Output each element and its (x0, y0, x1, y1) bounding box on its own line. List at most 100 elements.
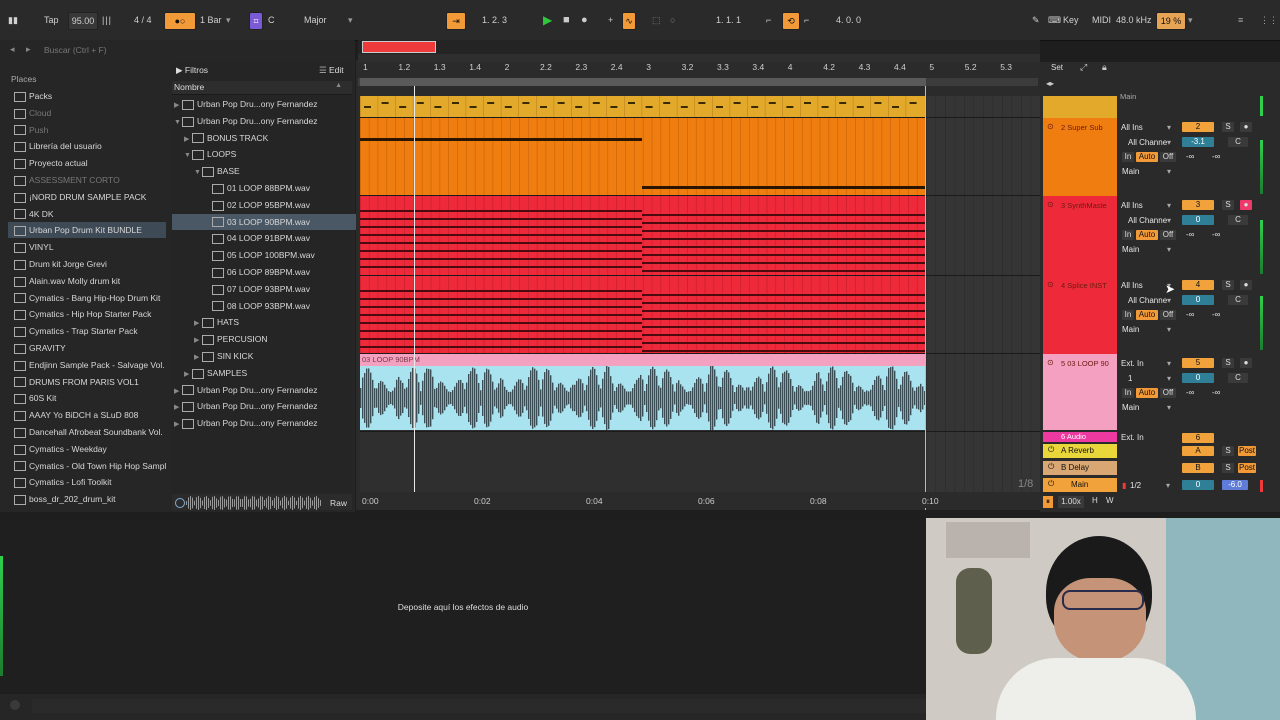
folder-item[interactable]: ▼ LOOPS (184, 146, 236, 162)
scale-mode-icon[interactable]: ⌗ (249, 12, 263, 30)
time-ruler[interactable]: 0:00 0:02 0:04 0:06 0:08 0:10 (358, 492, 1040, 508)
input-type-select[interactable]: Ext. In (1121, 359, 1144, 368)
solo-button[interactable]: S (1222, 280, 1234, 290)
folder-item[interactable]: ▶ BONUS TRACK (184, 130, 268, 146)
place-item[interactable]: Cymatics - Lofi Toolkit (14, 474, 112, 490)
clip-splice-inst[interactable] (360, 276, 926, 356)
send-a-field[interactable]: -∞ (1186, 310, 1194, 319)
nav-left-icon[interactable]: ◂▸ (1046, 79, 1054, 88)
sort-icon[interactable]: ▲ (335, 82, 342, 89)
pan-field[interactable]: C (1228, 137, 1248, 147)
file-item[interactable]: 05 LOOP 100BPM.wav (204, 247, 315, 263)
return-activator-button[interactable]: B (1182, 463, 1214, 473)
output-select[interactable]: Main (1122, 245, 1139, 254)
monitor-in-button[interactable]: In (1122, 310, 1134, 320)
arm-record-icon[interactable]: ● (1240, 122, 1252, 132)
clip-synth-master[interactable] (360, 196, 926, 276)
place-item[interactable]: Alain.wav Molly drum kit (14, 273, 120, 289)
zoom-value[interactable]: 1.00x (1058, 496, 1084, 508)
volume-field[interactable]: 0 (1182, 295, 1214, 305)
input-channel-select[interactable]: 1 (1128, 374, 1132, 383)
place-item[interactable]: AAAY Yo BiDCH a SLuD 808 (14, 407, 138, 423)
preview-waveform[interactable] (186, 496, 322, 510)
file-item[interactable]: 07 LOOP 93BPM.wav (204, 281, 310, 297)
monitor-auto-button[interactable]: Auto (1136, 152, 1158, 162)
triangle-down-icon[interactable]: ▼ (194, 165, 202, 181)
triangle-right-icon[interactable]: ▶ (194, 333, 202, 349)
output-select[interactable]: Main (1122, 325, 1139, 334)
expand-icon[interactable]: ⤢ (1080, 62, 1087, 73)
pan-field[interactable]: C (1228, 215, 1248, 225)
info-icon[interactable] (10, 700, 20, 710)
metronome-button[interactable]: ●○ (164, 12, 196, 30)
return-track-header[interactable]: ⏻ B Delay (1043, 461, 1117, 475)
track-header-6[interactable]: 6 Audio (1043, 432, 1117, 442)
send-b-field[interactable]: -∞ (1212, 230, 1220, 239)
return-track-header[interactable]: ⏻ A Reverb (1043, 444, 1117, 458)
triangle-down-icon[interactable]: ▼ (184, 148, 192, 164)
audio-clip-header[interactable]: 03 LOOP 90BPM (360, 354, 926, 366)
session-record-icon[interactable]: ⬚ (652, 12, 661, 28)
place-item[interactable]: Drum kit Jorge Grevi (14, 256, 107, 272)
record-icon[interactable]: ● (581, 12, 588, 28)
forward-icon[interactable]: ▸ (26, 44, 31, 55)
triangle-right-icon[interactable]: ▶ (184, 132, 192, 148)
monitor-off-button[interactable]: Off (1160, 310, 1176, 320)
monitor-in-button[interactable]: In (1122, 388, 1134, 398)
track-fold-icon[interactable]: ⊙ (1047, 358, 1054, 367)
quantization-select[interactable]: 1 Bar (200, 12, 222, 28)
pre-post-toggle[interactable]: Post (1238, 446, 1256, 456)
place-item[interactable]: 60S Kit (14, 390, 56, 406)
empty-arrangement-area[interactable] (926, 96, 1041, 492)
midi-map-button[interactable]: MIDI (1092, 12, 1111, 28)
place-item[interactable]: GRAVITY (14, 340, 66, 356)
triangle-right-icon[interactable]: ▶ (184, 367, 192, 383)
place-item[interactable]: Cymatics - Weekday (14, 441, 107, 457)
session-view-icon[interactable]: ⋮⋮ (1260, 12, 1278, 28)
triangle-right-icon[interactable]: ▶ (194, 350, 202, 366)
punch-in-icon[interactable]: ⌐ (766, 12, 771, 28)
loop-end-marker[interactable] (925, 86, 926, 510)
pan-field[interactable]: C (1228, 373, 1248, 383)
playhead[interactable] (414, 86, 415, 492)
place-item[interactable]: Proyecto actual (14, 155, 88, 171)
track-header-3[interactable]: ⊙ 3 SynthMaste (1043, 196, 1117, 276)
track-1-output[interactable]: Main (1120, 92, 1136, 101)
tap-button[interactable]: Tap (44, 12, 59, 28)
input-channel-select[interactable]: All Channe (1128, 296, 1167, 305)
capture-icon[interactable]: ○ (670, 12, 675, 28)
output-select[interactable]: Main (1122, 167, 1139, 176)
place-item[interactable]: 4K DK (14, 206, 54, 222)
triangle-right-icon[interactable]: ▶ (174, 417, 182, 433)
monitor-in-button[interactable]: In (1122, 230, 1134, 240)
grid-zoom-label[interactable]: 1/8 (1018, 478, 1033, 490)
file-item[interactable]: 06 LOOP 89BPM.wav (204, 264, 310, 280)
audio-clip-waveform[interactable] (360, 362, 926, 434)
song-position[interactable]: 1. 2. 3 (482, 12, 507, 28)
preview-headphone-icon[interactable] (175, 498, 185, 508)
folder-item[interactable]: ▶ Urban Pop Dru...ony Fernandez (174, 415, 317, 431)
track-activator-button[interactable]: 3 (1182, 200, 1214, 210)
place-item[interactable]: Cymatics - Old Town Hip Hop Sampl (14, 458, 166, 474)
main-track-header[interactable]: ⏻ Main (1043, 478, 1117, 492)
place-item[interactable]: Urban Pop Drum Kit BUNDLE (8, 222, 166, 239)
name-column-header[interactable]: Nombre ▲ (172, 81, 352, 95)
track-6-input[interactable]: Ext. In (1121, 433, 1144, 442)
send-a-field[interactable]: -∞ (1186, 388, 1194, 397)
place-item[interactable]: Cymatics - Trap Starter Pack (14, 323, 138, 339)
automation-arm-icon[interactable]: ∿ (622, 12, 636, 30)
volume-field[interactable]: -3.1 (1182, 137, 1214, 147)
loop-switch-icon[interactable]: ⟲ (782, 12, 800, 30)
place-item[interactable]: VINYL (14, 239, 54, 255)
overview-bar[interactable] (358, 40, 1040, 54)
scale-select[interactable]: Major (304, 12, 327, 28)
folder-item[interactable]: ▶ Urban Pop Dru...ony Fernandez (174, 382, 317, 398)
time-signature[interactable]: 4 / 4 (134, 12, 152, 28)
monitor-off-button[interactable]: Off (1160, 230, 1176, 240)
place-item[interactable]: ASSESSMENT CORTO (14, 172, 120, 188)
place-item[interactable]: Cymatics - Bang Hip-Hop Drum Kit (14, 290, 160, 306)
folder-item[interactable]: ▶ PERCUSION (194, 331, 268, 347)
follow-button[interactable]: ⇥ (446, 12, 466, 30)
return-activator-icon[interactable]: ⏻ (1048, 445, 1054, 455)
monitor-off-button[interactable]: Off (1160, 388, 1176, 398)
